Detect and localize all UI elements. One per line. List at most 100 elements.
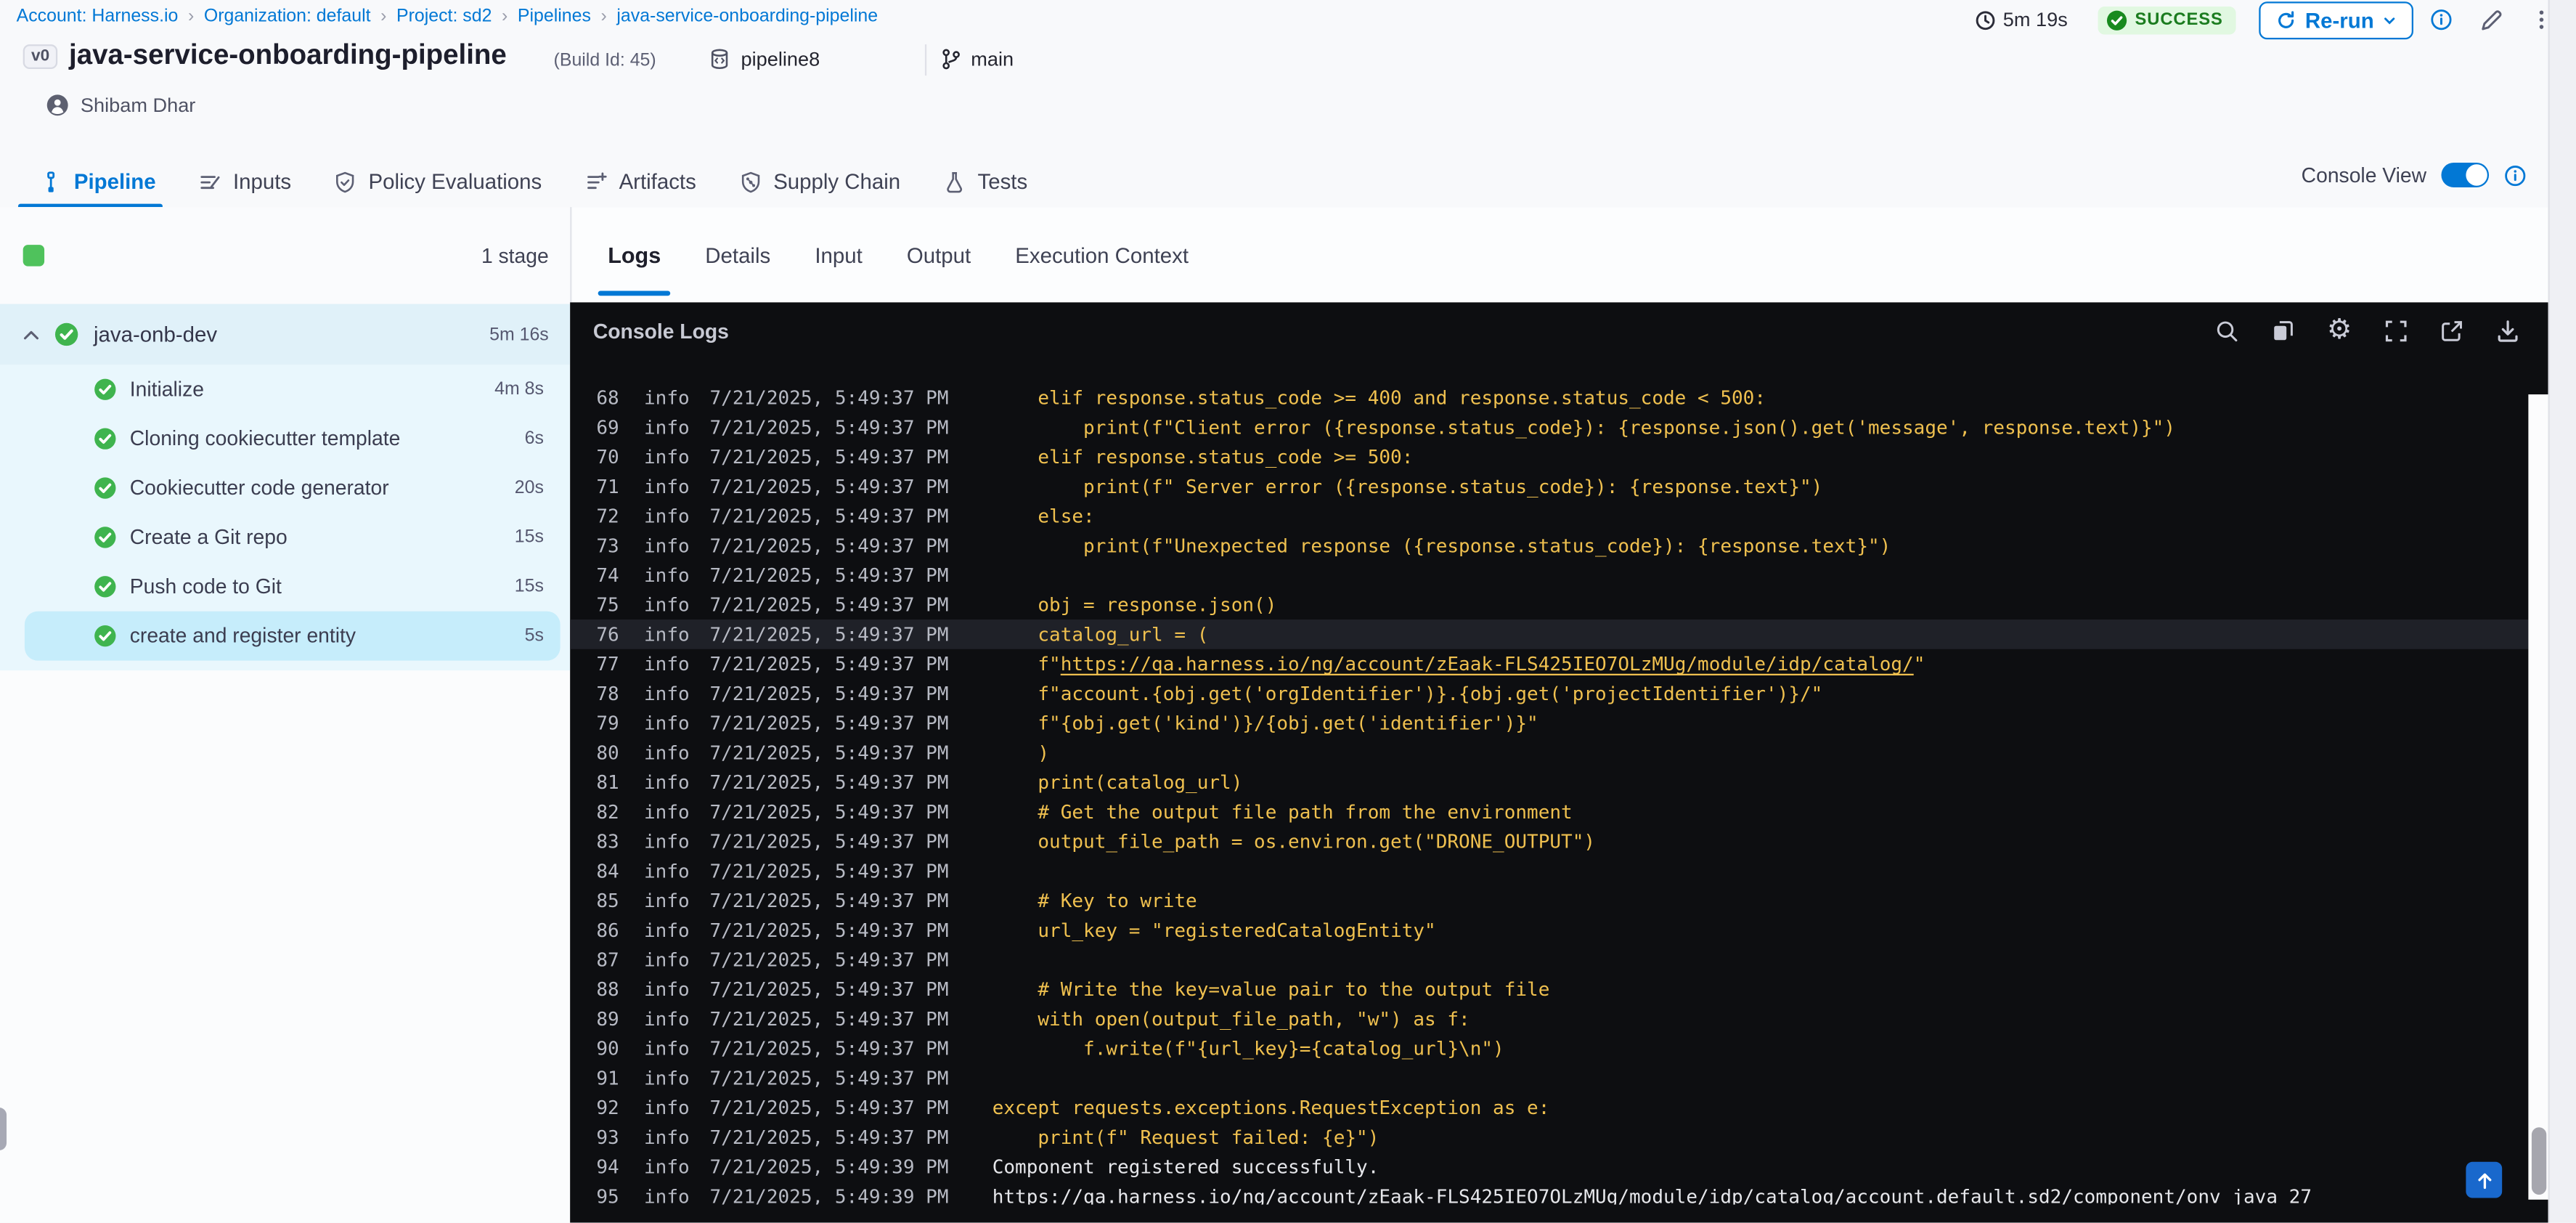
- success-check-icon: [94, 527, 116, 548]
- log-level: info: [643, 800, 690, 824]
- step-row[interactable]: Cookiecutter code generator 20s: [0, 463, 570, 513]
- log-line: 92 info 7/21/2025, 5:49:37 PM except reques…: [570, 1093, 2528, 1123]
- info-icon[interactable]: [2503, 163, 2527, 187]
- log-message: f"account.{obj.get('orgIdentifier')}.{ob…: [992, 682, 1823, 705]
- log-line-number: 77: [596, 652, 619, 675]
- log-line: 90 info 7/21/2025, 5:49:37 PM f.write(f"{u…: [570, 1033, 2528, 1063]
- scroll-to-top-button[interactable]: [2466, 1161, 2503, 1198]
- log-timestamp: 7/21/2025, 5:49:37 PM: [709, 504, 949, 528]
- info-icon[interactable]: [2430, 8, 2453, 31]
- supply-chain-icon: [741, 171, 759, 192]
- branch-info[interactable]: main: [939, 48, 1014, 70]
- log-level: info: [643, 1066, 690, 1090]
- inputs-icon: [200, 175, 220, 188]
- log-level: info: [643, 1007, 690, 1031]
- breadcrumb: Account: Harness.io › Organization: defaul…: [17, 7, 878, 26]
- tab-pipeline[interactable]: Pipeline: [17, 156, 163, 209]
- log-level: info: [643, 445, 690, 468]
- log-message: Component registered successfully.: [992, 1155, 1379, 1179]
- log-timestamp: 7/21/2025, 5:49:39 PM: [709, 1185, 949, 1205]
- repo-info[interactable]: pipeline8: [708, 48, 820, 70]
- settings-gear-icon[interactable]: ⚙: [2326, 317, 2352, 344]
- log-line-number: 88: [596, 978, 619, 1001]
- log-line-number: 80: [596, 741, 619, 765]
- log-link[interactable]: https://qa.harness.io/ng/account/zEaak-F…: [993, 1185, 2312, 1204]
- breadcrumb-separator: ›: [600, 7, 607, 27]
- log-message: ): [992, 741, 1050, 765]
- console-view-control: Console View: [2302, 163, 2527, 187]
- tab-artifacts[interactable]: Artifacts: [584, 156, 696, 207]
- open-in-new-icon[interactable]: [2440, 319, 2464, 344]
- breadcrumb-link[interactable]: Organization: default: [204, 7, 371, 26]
- breadcrumb-link[interactable]: Project: sd2: [396, 7, 492, 26]
- refresh-icon: [2278, 10, 2294, 28]
- step-row[interactable]: Create a Git repo 15s: [0, 513, 570, 562]
- tab-details[interactable]: Details: [705, 207, 770, 302]
- step-row[interactable]: Push code to Git 15s: [0, 562, 570, 612]
- success-check-icon: [54, 322, 78, 346]
- step-row[interactable]: Initialize 4m 8s: [0, 365, 570, 414]
- console-view-toggle[interactable]: [2441, 163, 2490, 187]
- log-link[interactable]: https://qa.harness.io/ng/account/zEaak-F…: [1061, 652, 1914, 675]
- log-lines: 68 info 7/21/2025, 5:49:37 PM elif respons…: [570, 389, 2529, 1205]
- log-timestamp: 7/21/2025, 5:49:37 PM: [709, 534, 949, 558]
- log-level: info: [643, 711, 690, 735]
- log-line: 74 info 7/21/2025, 5:49:37 PM: [570, 561, 2528, 590]
- step-row[interactable]: Cloning cookiecutter template 6s: [0, 414, 570, 463]
- harness-pipeline-execution-page: Account: Harness.io › Organization: defaul…: [0, 0, 2576, 1223]
- log-timestamp: 7/21/2025, 5:49:37 PM: [709, 948, 949, 972]
- log-timestamp: 7/21/2025, 5:49:37 PM: [709, 593, 949, 617]
- log-line-number: 81: [596, 771, 619, 794]
- tab-execution-context[interactable]: Execution Context: [1015, 207, 1189, 302]
- tab-inputs[interactable]: Inputs: [198, 156, 291, 207]
- log-scroll-area[interactable]: 68 info 7/21/2025, 5:49:37 PM elif respons…: [570, 389, 2529, 1205]
- log-line: 80 info 7/21/2025, 5:49:37 PM ): [570, 738, 2528, 768]
- fullscreen-icon[interactable]: [2384, 319, 2408, 344]
- log-timestamp: 7/21/2025, 5:49:37 PM: [709, 1007, 949, 1031]
- tab-logs[interactable]: Logs: [598, 207, 672, 302]
- log-message: with open(output_file_path, "w") as f:: [992, 1007, 1470, 1031]
- log-line-number: 83: [596, 829, 619, 853]
- console-toolbar: ⚙: [2214, 317, 2520, 344]
- search-icon[interactable]: [2214, 319, 2239, 344]
- step-name: Push code to Git: [129, 574, 282, 598]
- log-scrollbar-thumb[interactable]: [2531, 1127, 2547, 1195]
- tab-output[interactable]: Output: [907, 207, 971, 302]
- tab-label: Policy Evaluations: [368, 169, 542, 195]
- success-check-icon: [94, 576, 116, 598]
- step-row[interactable]: create and register entity 5s: [0, 611, 570, 661]
- breadcrumb-link[interactable]: Pipelines: [518, 7, 591, 26]
- step-name: create and register entity: [129, 624, 356, 648]
- breadcrumb-separator: ›: [380, 7, 387, 27]
- breadcrumb-link[interactable]: Account: Harness.io: [17, 7, 179, 26]
- rerun-button[interactable]: Re-run: [2259, 1, 2413, 39]
- copy-icon[interactable]: [2270, 319, 2295, 344]
- log-level: info: [643, 918, 690, 942]
- arrow-up-icon: [2477, 1172, 2491, 1188]
- tab-tests[interactable]: Tests: [943, 156, 1027, 207]
- tab-policy-evaluations[interactable]: Policy Evaluations: [334, 156, 542, 207]
- tab-input[interactable]: Input: [815, 207, 862, 302]
- log-timestamp: 7/21/2025, 5:49:37 PM: [709, 918, 949, 942]
- log-level: info: [643, 534, 690, 558]
- log-level: info: [643, 593, 690, 617]
- panel-drag-handle[interactable]: [0, 1108, 7, 1150]
- build-id: (Build Id: 45): [553, 51, 656, 71]
- download-icon[interactable]: [2495, 319, 2520, 344]
- log-line-number: 79: [596, 711, 619, 735]
- log-scrollbar-track[interactable]: [2528, 394, 2550, 1200]
- breadcrumb-link[interactable]: java-service-onboarding-pipeline: [616, 7, 878, 26]
- log-line-number: 86: [596, 918, 619, 942]
- tab-supply-chain[interactable]: Supply Chain: [739, 156, 900, 207]
- edit-pencil-icon[interactable]: [2479, 7, 2503, 32]
- log-message: output_file_path = os.environ.get("DRONE…: [992, 829, 1596, 853]
- page-scrollbar[interactable]: [2548, 0, 2576, 1223]
- chevron-up-icon[interactable]: [21, 325, 41, 344]
- step-name: Cloning cookiecutter template: [129, 427, 401, 450]
- log-timestamp: 7/21/2025, 5:49:37 PM: [709, 415, 949, 439]
- log-message: print(f" Server error ({response.status_…: [992, 474, 1823, 498]
- stage-row[interactable]: java-onb-dev 5m 16s: [0, 304, 571, 365]
- log-timestamp: 7/21/2025, 5:49:37 PM: [709, 652, 949, 675]
- log-timestamp: 7/21/2025, 5:49:37 PM: [709, 889, 949, 912]
- success-check-icon: [2106, 9, 2127, 30]
